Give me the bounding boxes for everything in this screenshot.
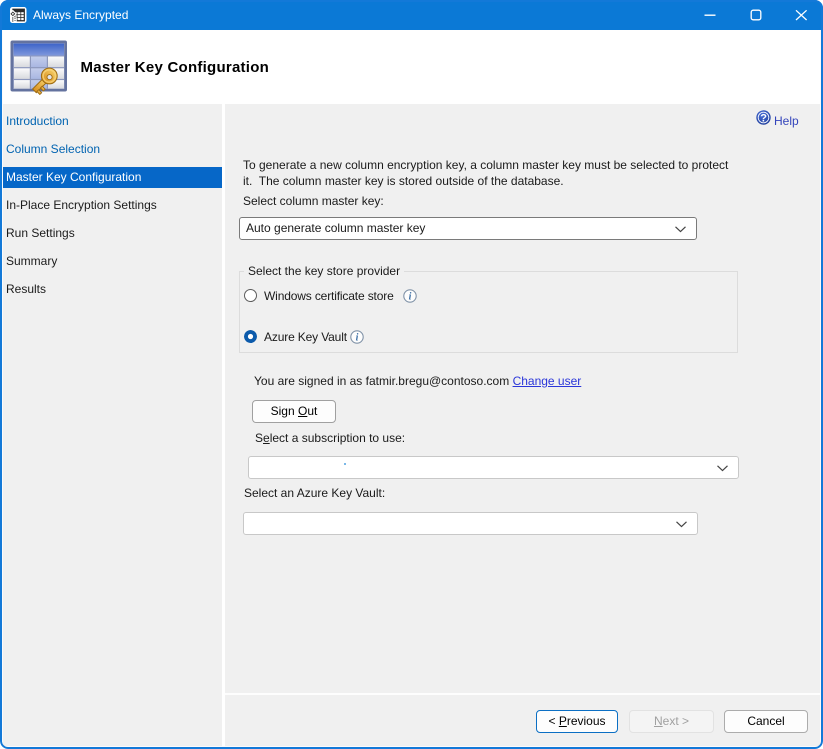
svg-text:i: i <box>409 292 412 303</box>
svg-text:?: ? <box>760 113 767 125</box>
svg-text:i: i <box>356 333 359 344</box>
